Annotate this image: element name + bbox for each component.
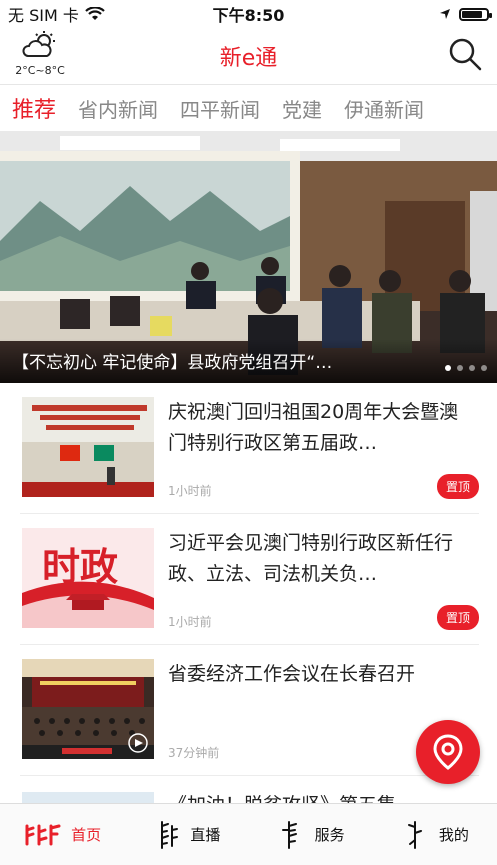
news-title: 习近平会见澳门特别行政区新任行政、立法、司法机关负…: [168, 532, 454, 585]
tab-siping-news[interactable]: 四平新闻: [180, 94, 260, 123]
search-icon[interactable]: [447, 36, 483, 72]
news-item[interactable]: 省委经济工作会议在长春召开 37分钟前: [20, 645, 479, 776]
mongolian-script-icon: [161, 820, 179, 849]
news-item[interactable]: 时政 习近平会见澳门特别行政区新任行政、立法、司法机关负… 1小时前 置顶: [20, 514, 479, 645]
hero-banner[interactable]: 【不忘初心 牢记使命】县政府党组召开“…: [0, 131, 497, 383]
pinned-badge: 置顶: [436, 474, 479, 499]
mongolian-script-icon: [25, 824, 61, 845]
tab-party-building[interactable]: 党建: [282, 94, 322, 123]
app-header: 2°C~8°C 新e通: [0, 28, 497, 85]
tabbar-home[interactable]: 首页: [0, 804, 124, 865]
tab-yitong-news[interactable]: 伊通新闻: [344, 94, 424, 123]
carousel-dot[interactable]: [469, 365, 475, 371]
news-time: 1小时前: [168, 484, 212, 498]
banner-caption-bar: 【不忘初心 牢记使命】县政府党组召开“…: [0, 339, 497, 383]
location-arrow-icon: [440, 9, 450, 19]
carousel-dot[interactable]: [445, 365, 451, 371]
news-item[interactable]: 庆祝澳门回归祖国20周年大会暨澳门特别行政区第五届政… 1小时前 置顶: [20, 383, 479, 514]
carousel-dots: [445, 365, 487, 371]
app-title: 新e通: [219, 46, 278, 71]
tabbar-me[interactable]: 我的: [373, 804, 497, 865]
tabbar-me-label: 我的: [438, 826, 469, 844]
status-bar: 无 SIM 卡 下午8:50: [0, 0, 497, 28]
tab-province-news[interactable]: 省内新闻: [78, 94, 158, 123]
news-thumbnail: 时政: [22, 528, 154, 628]
news-time: 1小时前: [168, 615, 212, 629]
banner-caption: 【不忘初心 牢记使命】县政府党组召开“…: [12, 353, 333, 373]
news-title: 省委经济工作会议在长春召开: [168, 663, 416, 685]
tab-recommended[interactable]: 推荐: [12, 92, 56, 124]
battery-icon: [459, 7, 492, 21]
news-title: 庆祝澳门回归祖国20周年大会暨澳门特别行政区第五届政…: [168, 401, 459, 454]
location-float-button[interactable]: [416, 720, 480, 784]
news-thumbnail: [22, 659, 154, 759]
carousel-dot[interactable]: [481, 365, 487, 371]
status-time: 下午8:50: [212, 6, 285, 25]
tabbar-services-label: 服务: [314, 826, 345, 844]
mongolian-script-icon: [407, 820, 422, 849]
pinned-badge: 置顶: [436, 605, 479, 630]
bottom-tab-bar: 首页 直播 服务 我的: [0, 803, 497, 865]
tabbar-live-label: 直播: [190, 826, 221, 844]
news-thumbnail: [22, 397, 154, 497]
carousel-dot[interactable]: [457, 365, 463, 371]
news-time: 37分钟前: [168, 746, 220, 760]
tabbar-home-label: 首页: [71, 826, 102, 844]
mongolian-script-icon: [281, 820, 297, 849]
tabbar-services[interactable]: 服务: [249, 804, 373, 865]
category-tabs: 推荐 省内新闻 四平新闻 党建 伊通新闻: [0, 85, 497, 131]
thumbnail-label: 时政: [42, 545, 118, 589]
map-pin-icon: [433, 734, 463, 770]
tabbar-live[interactable]: 直播: [124, 804, 248, 865]
news-list: 庆祝澳门回归祖国20周年大会暨澳门特别行政区第五届政… 1小时前 置顶 时政 习…: [0, 383, 497, 776]
